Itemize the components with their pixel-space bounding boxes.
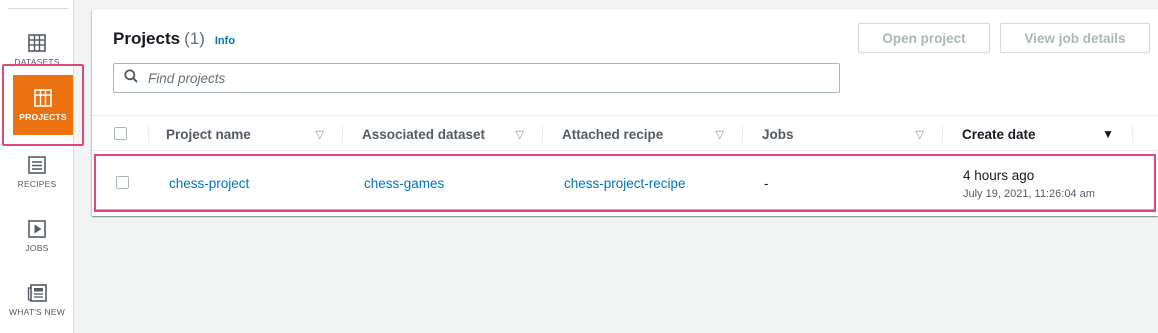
column-header-jobs[interactable]: Jobs ▽ <box>742 116 942 152</box>
sort-caret-icon: ▽ <box>315 129 324 141</box>
list-icon <box>28 155 46 174</box>
column-divider <box>1132 125 1133 143</box>
column-label: Jobs <box>762 126 794 142</box>
column-header-attached-recipe[interactable]: Attached recipe ▽ <box>542 116 742 152</box>
sort-desc-icon: ▼ <box>1102 127 1114 141</box>
nav-item-jobs[interactable]: JOBS <box>0 208 74 264</box>
open-project-button[interactable]: Open project <box>858 23 990 53</box>
info-link[interactable]: Info <box>215 35 235 47</box>
search-icon <box>124 68 138 88</box>
sort-caret-icon: ▽ <box>515 129 524 141</box>
nav-divider <box>8 8 68 9</box>
nav-item-projects[interactable]: PROJECTS <box>2 64 84 146</box>
nav-label-whats-new: WHAT'S NEW <box>9 306 65 317</box>
nav-item-recipes[interactable]: RECIPES <box>0 144 74 200</box>
view-job-details-button[interactable]: View job details <box>1000 23 1150 53</box>
search-input[interactable]: Find projects <box>113 63 840 93</box>
nav-active-highlight: PROJECTS <box>13 75 73 135</box>
column-header-project-name[interactable]: Project name ▽ <box>148 116 342 152</box>
column-label: Attached recipe <box>562 126 664 142</box>
nav-item-whats-new[interactable]: WHAT'S NEW <box>0 272 74 328</box>
recipe-link[interactable]: chess-project-recipe <box>564 176 686 191</box>
projects-panel: Projects (1) Info Open project View job de… <box>92 10 1158 216</box>
app: DATASETS PROJECTS RECIPES JOBS WHAT'S NE… <box>0 0 1158 333</box>
column-header-associated-dataset[interactable]: Associated dataset ▽ <box>342 116 542 152</box>
table-row[interactable]: chess-project chess-games chess-project-… <box>94 154 1156 212</box>
grid-icon <box>34 88 52 107</box>
row-checkbox[interactable] <box>116 176 129 189</box>
side-nav: DATASETS PROJECTS RECIPES JOBS WHAT'S NE… <box>0 0 84 333</box>
nav-label-jobs: JOBS <box>25 242 49 253</box>
create-date-relative: 4 hours ago <box>963 168 1035 183</box>
create-date-full: July 19, 2021, 11:26:04 am <box>963 188 1095 200</box>
newspaper-icon <box>27 283 47 302</box>
project-count: (1) <box>184 29 205 48</box>
column-label: Project name <box>166 126 251 142</box>
row-content: chess-project chess-games chess-project-… <box>96 156 1154 210</box>
select-all-checkbox[interactable] <box>114 127 127 140</box>
column-header-create-date[interactable]: Create date ▼ <box>942 116 1132 152</box>
nav-label-recipes: RECIPES <box>17 178 57 189</box>
table-icon <box>28 33 46 52</box>
table-header: Project name ▽ Associated dataset ▽ Atta… <box>92 115 1158 151</box>
search-placeholder: Find projects <box>148 70 226 86</box>
sort-caret-icon: ▽ <box>915 129 924 141</box>
column-label: Create date <box>962 126 1036 142</box>
dataset-link[interactable]: chess-games <box>364 176 444 191</box>
panel-header: Projects (1) Info Open project View job de… <box>92 10 1158 110</box>
column-label: Associated dataset <box>362 126 486 142</box>
jobs-value: - <box>764 176 769 191</box>
page-title: Projects (1) Info <box>113 29 235 49</box>
sort-caret-icon: ▽ <box>715 129 724 141</box>
nav-label-projects: PROJECTS <box>19 111 67 122</box>
title-text: Projects <box>113 29 181 48</box>
main-content: Projects (1) Info Open project View job de… <box>74 0 1158 333</box>
project-name-link[interactable]: chess-project <box>169 176 249 191</box>
play-icon <box>28 219 46 238</box>
